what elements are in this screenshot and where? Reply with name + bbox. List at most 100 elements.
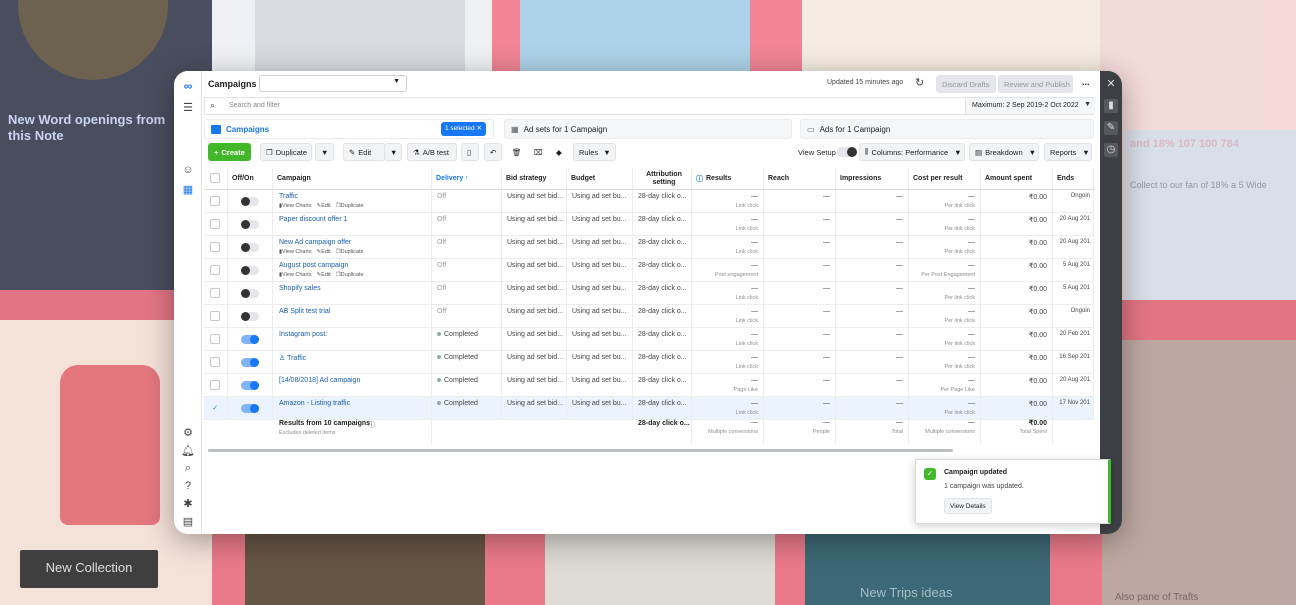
view-charts-link[interactable]: ▮View Charts xyxy=(279,203,312,209)
more-options-icon[interactable]: ... xyxy=(1082,77,1090,87)
edit-dropdown[interactable]: ▼ xyxy=(384,143,402,161)
table-row[interactable]: Instagram post: Completed Using ad set bid… xyxy=(204,328,1094,351)
campaign-toggle[interactable] xyxy=(241,404,259,413)
create-button[interactable]: + Create xyxy=(208,143,251,161)
help-icon[interactable]: ? xyxy=(181,479,195,493)
row-checkbox[interactable] xyxy=(210,311,220,321)
campaign-toggle[interactable] xyxy=(241,243,259,252)
view-charts-link[interactable]: ▮View Charts xyxy=(279,272,312,278)
row-checkbox[interactable] xyxy=(210,265,220,275)
tag-button[interactable]: ◆ xyxy=(550,143,566,161)
row-checkbox[interactable] xyxy=(210,196,220,206)
campaign-name-link[interactable]: [14/08/2018] Ad campaign xyxy=(279,377,360,384)
campaign-toggle[interactable] xyxy=(241,266,259,275)
campaign-name-link[interactable]: Paper discount offer 1 xyxy=(279,216,347,223)
header-budget[interactable]: Budget xyxy=(567,168,633,190)
campaign-name-link[interactable]: Instagram post: xyxy=(279,331,327,338)
header-campaign[interactable]: Campaign xyxy=(273,168,432,190)
table-row[interactable]: August post campaign ▮View Charts ✎Edit ❐Du… xyxy=(204,259,1094,282)
duplicate-button[interactable]: ❐ Duplicate xyxy=(260,143,312,161)
table-row[interactable]: Traffic ▮View Charts ✎Edit ❐Duplicate Off Usi… xyxy=(204,190,1094,213)
bug-icon[interactable]: ✱ xyxy=(181,497,195,511)
header-delivery[interactable]: Delivery ↑ xyxy=(432,168,502,190)
header-impressions[interactable]: Impressions xyxy=(836,168,909,190)
duplicate-link[interactable]: ❐Duplicate xyxy=(336,272,364,278)
row-checkbox[interactable] xyxy=(210,288,220,298)
campaign-name-link[interactable]: Traffic xyxy=(279,193,298,200)
bell-icon[interactable]: 🔔︎ xyxy=(181,444,195,458)
campaign-toggle[interactable] xyxy=(241,381,259,390)
select-all-checkbox[interactable] xyxy=(210,173,220,183)
search-icon[interactable]: ⌕ xyxy=(181,461,195,475)
header-cost-per-result[interactable]: Cost per result xyxy=(909,168,981,190)
chart-icon[interactable]: ▮ xyxy=(1104,99,1118,113)
view-setup-toggle[interactable] xyxy=(837,147,857,157)
ab-test-button[interactable]: ⚗ A/B test xyxy=(407,143,457,161)
campaign-name-link[interactable]: AB Split test trial xyxy=(279,308,330,315)
reports-button[interactable]: Reports ▼ xyxy=(1044,143,1092,161)
breakdown-button[interactable]: ▤ Breakdown ▼ xyxy=(969,143,1039,161)
duplicate-link[interactable]: ❐Duplicate xyxy=(336,203,364,209)
edit-link[interactable]: ✎Edit xyxy=(317,249,331,255)
campaigns-grid-icon[interactable]: ▦ xyxy=(181,183,195,197)
row-checkbox[interactable]: ✓ xyxy=(210,403,220,413)
header-offon[interactable]: Off/On xyxy=(228,168,273,190)
delete-draft-button[interactable]: ▯ xyxy=(461,143,479,161)
campaign-toggle[interactable] xyxy=(241,335,259,344)
duplicate-link[interactable]: ❐Duplicate xyxy=(336,249,364,255)
tab-campaigns[interactable]: Campaigns 1 selected ✕ xyxy=(204,119,494,139)
campaign-name-link[interactable]: Shopify sales xyxy=(279,285,321,292)
campaign-toggle[interactable] xyxy=(241,197,259,206)
campaign-toggle[interactable] xyxy=(241,220,259,229)
campaign-toggle[interactable] xyxy=(241,358,259,367)
preview-button[interactable]: ⌧ xyxy=(528,143,544,161)
header-results[interactable]: ⓘ Results xyxy=(692,168,764,190)
campaign-name-link[interactable]: ♙ Traffic xyxy=(279,354,306,362)
table-row[interactable]: New Ad campaign offer ▮View Charts ✎Edit ❐D… xyxy=(204,236,1094,259)
row-checkbox[interactable] xyxy=(210,219,220,229)
date-range-picker[interactable]: Maximum: 2 Sep 2019-2 Oct 2022 ▼ xyxy=(965,98,1095,114)
pencil-icon[interactable]: ✎ xyxy=(1104,121,1118,135)
close-icon[interactable]: ✕ xyxy=(1104,77,1118,91)
campaign-toggle[interactable] xyxy=(241,312,259,321)
edit-link[interactable]: ✎Edit xyxy=(317,203,331,209)
header-amount-spent[interactable]: Amount spent xyxy=(981,168,1053,190)
trash-button[interactable]: 🗑︎ xyxy=(506,143,522,161)
campaign-toggle[interactable] xyxy=(241,289,259,298)
clock-icon[interactable]: ◷ xyxy=(1104,143,1118,157)
table-row[interactable]: ♙ Traffic Completed Using ad set bid... Usi… xyxy=(204,351,1094,374)
panel-icon[interactable]: ▤ xyxy=(181,515,195,529)
settings-icon[interactable]: ⚙ xyxy=(181,426,195,440)
review-publish-button[interactable]: Review and Publish xyxy=(998,75,1073,93)
tab-adsets[interactable]: ▦ Ad sets for 1 Campaign xyxy=(504,119,792,139)
duplicate-dropdown[interactable]: ▼ xyxy=(315,143,334,161)
account-selector[interactable]: ▼ xyxy=(259,75,407,92)
header-bid-strategy[interactable]: Bid strategy xyxy=(502,168,567,190)
view-details-button[interactable]: View Details xyxy=(944,498,992,514)
rules-button[interactable]: Rules ▼ xyxy=(573,143,616,161)
header-ends[interactable]: Ends xyxy=(1053,168,1094,190)
campaign-name-link[interactable]: August post campaign xyxy=(279,262,348,269)
campaign-name-link[interactable]: Amazon - Listing traffic xyxy=(279,400,350,407)
search-filter-bar[interactable]: ⌕ Search and filter Maximum: 2 Sep 2019-… xyxy=(204,97,1095,115)
menu-icon[interactable]: ☰ xyxy=(181,101,195,115)
table-row[interactable]: Paper discount offer 1 Off Using ad set bi… xyxy=(204,213,1094,236)
header-attribution[interactable]: Attribution setting xyxy=(633,168,692,190)
header-reach[interactable]: Reach xyxy=(764,168,836,190)
table-row[interactable]: AB Split test trial Off Using ad set bid..… xyxy=(204,305,1094,328)
meta-logo-icon[interactable]: ∞ xyxy=(181,79,195,93)
view-charts-link[interactable]: ▮View Charts xyxy=(279,249,312,255)
row-checkbox[interactable] xyxy=(210,380,220,390)
row-checkbox[interactable] xyxy=(210,357,220,367)
table-row[interactable]: [14/08/2018] Ad campaign Completed Using a… xyxy=(204,374,1094,397)
row-checkbox[interactable] xyxy=(210,242,220,252)
edit-link[interactable]: ✎Edit xyxy=(317,272,331,278)
search-input[interactable]: Search and filter xyxy=(229,102,280,109)
row-checkbox[interactable] xyxy=(210,334,220,344)
edit-button[interactable]: ✎ Edit xyxy=(343,143,385,161)
horizontal-scrollbar[interactable] xyxy=(208,449,953,452)
campaign-name-link[interactable]: New Ad campaign offer xyxy=(279,239,351,246)
account-icon[interactable]: ☺ xyxy=(181,163,195,177)
refresh-icon[interactable]: ↻ xyxy=(915,76,924,89)
tab-ads[interactable]: ▭ Ads for 1 Campaign xyxy=(800,119,1094,139)
